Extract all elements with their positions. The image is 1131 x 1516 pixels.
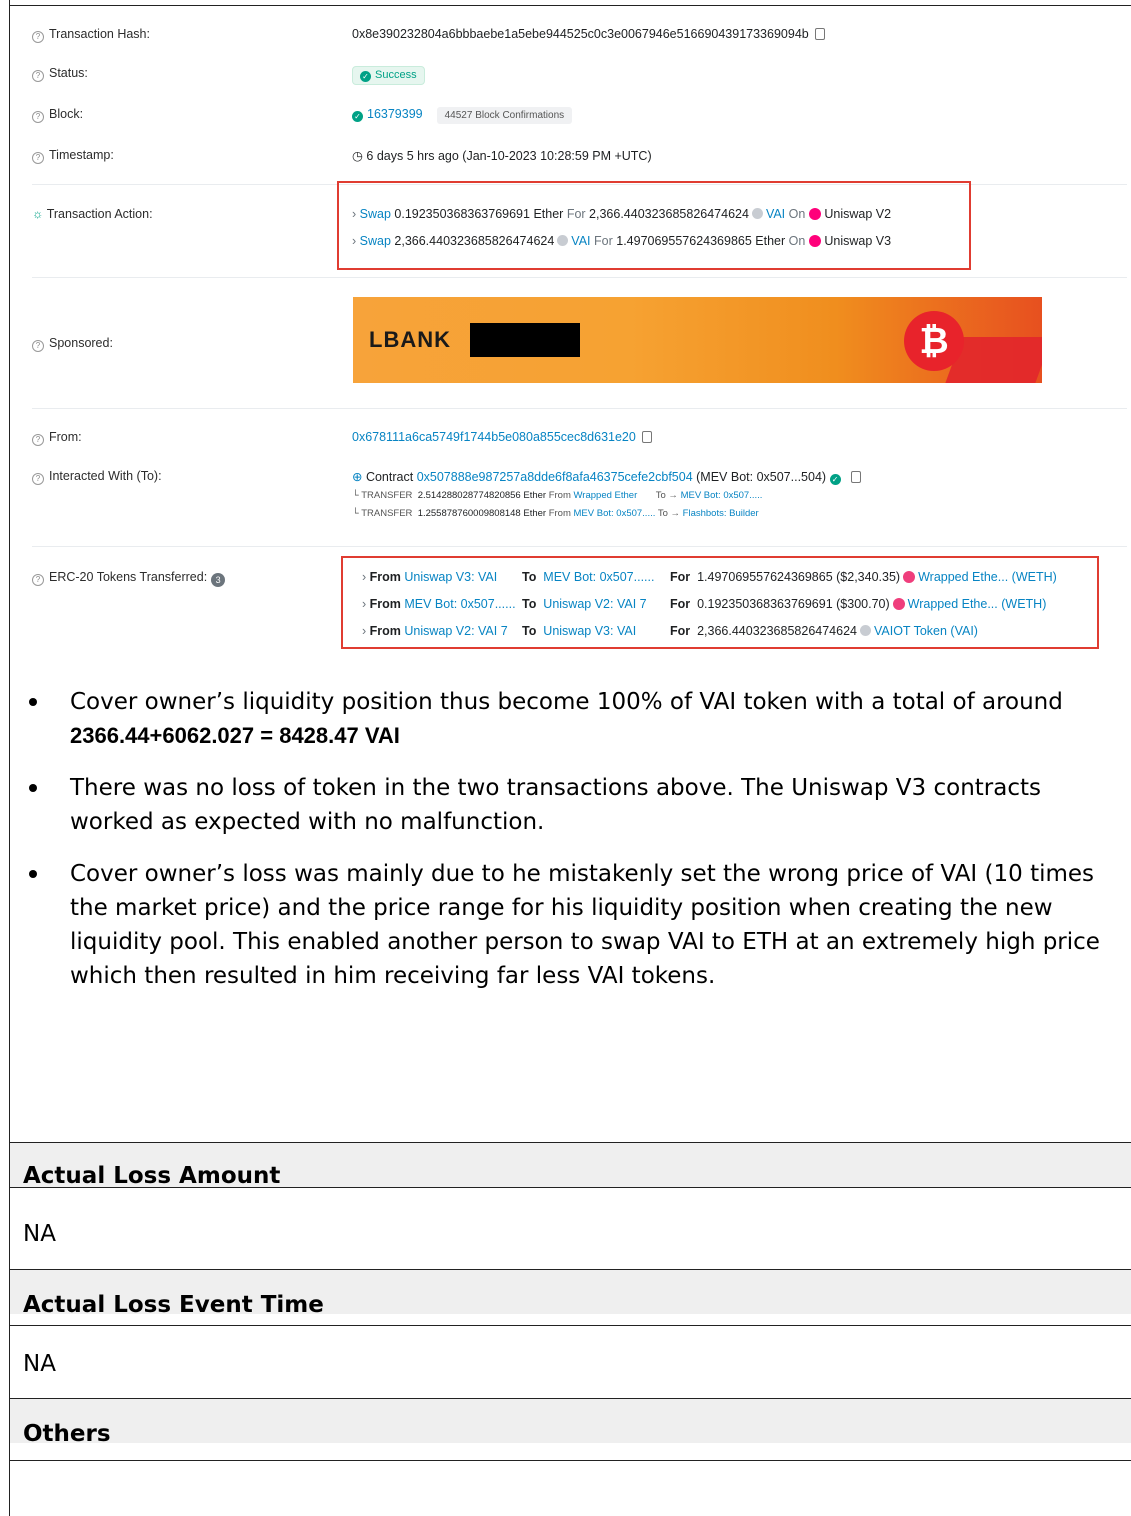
help-icon: ? [32,31,44,43]
divider [32,546,1127,547]
sponsored-label: ? Sponsored: [32,336,113,352]
loss-time-value: NA [23,1351,56,1377]
copy-icon[interactable] [850,471,861,483]
block-value: ✓ 16379399 44527 Block Confirmations [352,107,573,124]
help-icon: ? [32,152,44,164]
check-icon: ✓ [352,111,363,122]
weth-icon [892,598,905,610]
redacted-block [470,323,580,357]
uniswap-icon [809,235,822,247]
vai-icon [751,208,763,219]
analysis-bullets: Cover owner’s liquidity position thus be… [29,685,1124,1011]
search-icon: ⊕ [352,470,366,484]
tx-hash-label: ? Transaction Hash: [32,27,150,43]
help-icon: ? [32,473,44,485]
status-badge: ✓ Success [352,66,425,85]
lbank-logo: LBANK [369,327,451,352]
bullet-item: Cover owner’s liquidity position thus be… [29,685,1124,753]
table-header-row [10,1399,1131,1443]
vai-icon [859,625,871,636]
highlight-box-actions [337,181,971,270]
table-border [9,1187,1131,1188]
others-header: Others [23,1421,111,1447]
confirmations-badge: 44527 Block Confirmations [436,107,573,124]
interacted-label: ? Interacted With (To): [32,469,162,485]
erc20-count-badge: 3 [211,573,226,587]
from-label: ? From: [32,430,82,446]
timestamp-value: ◷ 6 days 5 hrs ago (Jan-10-2023 10:28:59… [352,149,652,163]
verified-icon: ✓ [829,474,841,485]
table-border [9,1325,1131,1326]
bullet-item: Cover owner’s loss was mainly due to he … [29,857,1124,993]
lightbulb-icon: ☼ [32,207,47,221]
loss-time-header: Actual Loss Event Time [23,1292,324,1318]
copy-icon[interactable] [641,431,652,443]
timestamp-label: ? Timestamp: [32,148,114,164]
status-label: ? Status: [32,66,88,82]
divider [32,408,1127,409]
divider [32,277,1127,278]
help-icon: ? [32,70,44,82]
tx-hash-value: 0x8e390232804a6bbbaebe1a5ebe944525c0c3e0… [352,27,825,41]
loss-amount-value: NA [23,1221,56,1247]
from-address-link[interactable]: 0x678111a6ca5749f1744b5e080a855cec8d631e… [352,430,636,444]
help-icon: ? [32,574,44,586]
block-label: ? Block: [32,107,83,123]
loss-amount-header: Actual Loss Amount [23,1163,281,1189]
help-icon: ? [32,340,44,352]
vai-icon [557,235,569,246]
copy-icon[interactable] [814,28,825,40]
sponsored-banner[interactable]: LBANK ₿ [353,297,1042,383]
check-icon: ✓ [360,71,371,82]
clock-icon: ◷ [352,149,367,163]
block-link[interactable]: 16379399 [367,107,423,121]
uniswap-icon [809,208,822,220]
etherscan-screenshot: ? Transaction Hash: 0x8e390232804a6bbbaeb… [10,6,1131,656]
help-icon: ? [32,111,44,123]
weth-icon [903,571,916,583]
bitcoin-icon: ₿ [904,311,964,371]
erc20-label: ? ERC-20 Tokens Transferred: 3 [32,570,226,587]
help-icon: ? [32,434,44,446]
table-border [9,1460,1131,1461]
contract-address-link[interactable]: 0x507888e987257a8dde6f8afa46375cefe2cbf5… [417,470,693,484]
bullet-item: There was no loss of token in the two tr… [29,771,1124,839]
tx-action-label: ☼ Transaction Action: [32,207,153,221]
